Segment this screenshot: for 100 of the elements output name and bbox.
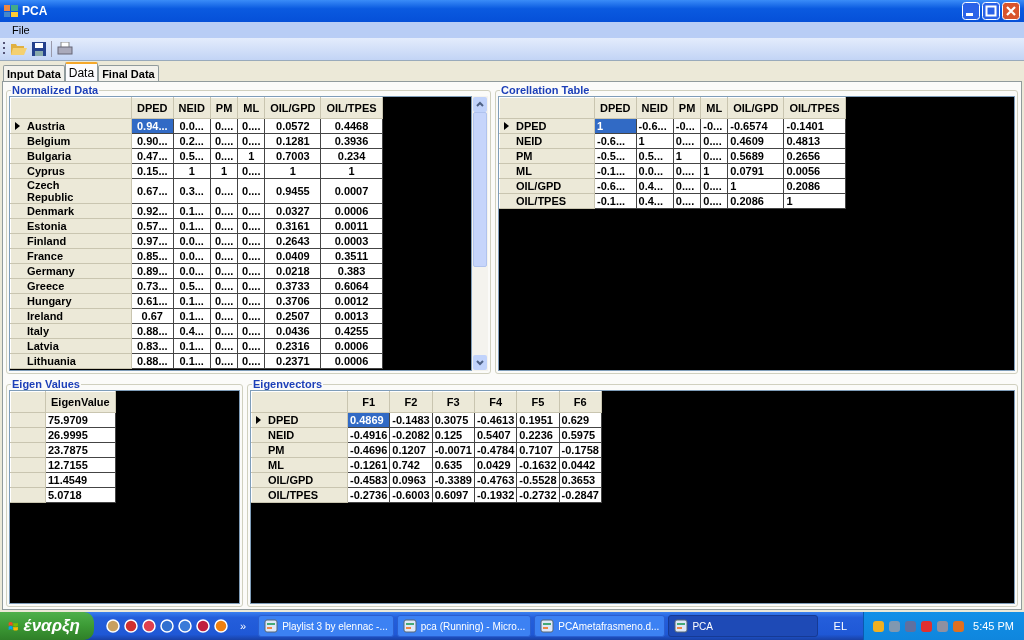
table-cell: -0.3389	[432, 472, 475, 488]
table-cell: 0.1207	[389, 442, 433, 458]
column-header[interactable]: OIL/GPD	[727, 97, 784, 119]
table-cell: 0.4468	[320, 118, 383, 134]
column-header[interactable]: OIL/TPES	[320, 97, 383, 119]
column-header[interactable]: DPED	[594, 97, 637, 119]
table-cell: 0.5...	[173, 278, 211, 294]
column-header[interactable]: DPED	[131, 97, 174, 119]
table-cell: -0.1261	[347, 457, 390, 473]
column-header[interactable]: F6	[559, 391, 602, 413]
tab[interactable]: Data	[64, 62, 99, 81]
tab[interactable]: Input Data	[3, 65, 65, 81]
table-cell: 0.7003	[264, 148, 321, 164]
column-header[interactable]: F5	[516, 391, 560, 413]
quick-launch-icon[interactable]	[124, 619, 138, 633]
table-cell: 0.47...	[131, 148, 174, 164]
table-cell: 1	[173, 163, 211, 179]
row-label: ML	[267, 459, 284, 471]
print-icon[interactable]	[57, 42, 73, 56]
column-header[interactable]: ML	[700, 97, 728, 119]
grip-icon[interactable]	[3, 41, 6, 57]
row-label: OIL/GPD	[267, 474, 314, 486]
table-cell: -0...	[700, 118, 728, 134]
table-cell: 0.1...	[173, 353, 211, 369]
table-cell: 0.0013	[320, 308, 383, 324]
minimize-icon[interactable]	[962, 2, 980, 20]
maximize-icon[interactable]	[982, 2, 1000, 20]
table-cell: 0.2086	[727, 193, 784, 209]
save-icon[interactable]	[32, 42, 46, 56]
table-cell: 0.4...	[636, 193, 674, 209]
table-cell: -0.4916	[347, 427, 390, 443]
column-header[interactable]: F2	[389, 391, 433, 413]
table-cell: 0....	[210, 353, 238, 369]
quick-launch-icon[interactable]	[178, 619, 192, 633]
close-icon[interactable]	[1002, 2, 1020, 20]
column-header[interactable]: EigenValue	[45, 391, 116, 413]
column-header[interactable]: F4	[474, 391, 517, 413]
column-header[interactable]: F1	[347, 391, 390, 413]
column-header[interactable]: ML	[237, 97, 265, 119]
column-header[interactable]: OIL/GPD	[264, 97, 321, 119]
table-cell: 0.3511	[320, 248, 383, 264]
tab[interactable]: Final Data	[98, 65, 159, 81]
table-cell: 0.1...	[173, 218, 211, 234]
start-button[interactable]: έναρξη	[0, 612, 94, 640]
column-header[interactable]: NEID	[636, 97, 674, 119]
table-cell: 0.125	[432, 427, 475, 443]
table-cell: 0.1...	[173, 293, 211, 309]
quick-launch-icon[interactable]	[160, 619, 174, 633]
row-label: Latvia	[26, 340, 59, 352]
table-cell: 0.0006	[320, 203, 383, 219]
row-label: PM	[515, 150, 533, 162]
table-cell: 0.0056	[783, 163, 846, 179]
quick-launch-icon[interactable]	[214, 619, 228, 633]
table-cell: -0.1...	[594, 193, 637, 209]
table-cell: 0.1...	[173, 308, 211, 324]
row-label: Belgium	[26, 135, 71, 147]
table-cell: 0....	[210, 263, 238, 279]
table-cell: 0.5407	[474, 427, 517, 443]
table-cell: -0.2082	[389, 427, 433, 443]
table-cell: 0.97...	[131, 233, 174, 249]
table-cell: 0.3...	[173, 178, 211, 204]
table-cell: -0.6...	[636, 118, 674, 134]
quick-launch-icon[interactable]	[106, 619, 120, 633]
taskbar-button[interactable]: PCA	[668, 615, 819, 637]
column-header[interactable]: F3	[432, 391, 475, 413]
table-cell: 0.67...	[131, 178, 174, 204]
taskbar-button[interactable]: Playlist 3 by elennac -...	[258, 615, 394, 637]
scroll-up-icon[interactable]	[473, 97, 487, 112]
group-title: Corellation Table	[500, 84, 591, 96]
row-label: OIL/TPES	[267, 489, 319, 501]
quick-launch-icon[interactable]	[196, 619, 210, 633]
taskbar-button[interactable]: PCAmetafrasmeno.d...	[534, 615, 666, 637]
column-header[interactable]: NEID	[173, 97, 211, 119]
table-cell: 11.4549	[45, 472, 116, 488]
table-cell: 0.383	[320, 263, 383, 279]
column-header[interactable]: PM	[673, 97, 701, 119]
table-cell: -0.1483	[389, 412, 433, 428]
column-header[interactable]: PM	[210, 97, 238, 119]
language-indicator[interactable]: EL	[823, 620, 858, 632]
table-cell: 0....	[210, 248, 238, 264]
table-cell: 0.0327	[264, 203, 321, 219]
menu-item[interactable]: File	[8, 24, 34, 36]
table-cell: 0.0006	[320, 353, 383, 369]
column-header[interactable]: OIL/TPES	[783, 97, 846, 119]
chevron[interactable]: »	[234, 620, 253, 632]
group-title: Normalized Data	[11, 84, 100, 96]
row-label: ML	[515, 165, 532, 177]
quick-launch-icon[interactable]	[142, 619, 156, 633]
row-label: Ireland	[26, 310, 64, 322]
table-cell: 0....	[237, 178, 265, 204]
taskbar-button[interactable]: pca (Running) - Micro...	[396, 615, 532, 637]
table-cell: 23.7875	[45, 442, 116, 458]
row-label: Greece	[26, 280, 65, 292]
row-label: Estonia	[26, 220, 67, 232]
table-cell: 0....	[210, 118, 238, 134]
scroll-down-icon[interactable]	[473, 355, 487, 370]
tray-icon[interactable]	[872, 619, 886, 633]
scrollbar[interactable]	[472, 96, 488, 371]
table-cell: -0...	[673, 118, 701, 134]
table-cell: 0.4609	[727, 133, 784, 149]
